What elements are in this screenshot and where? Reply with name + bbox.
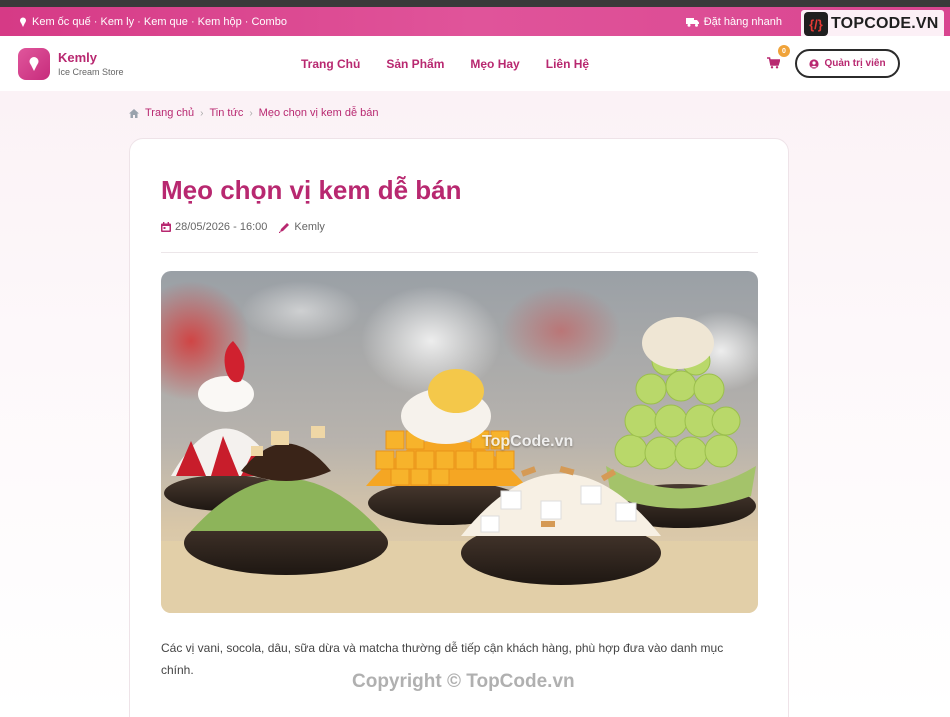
pen-icon: [279, 222, 290, 233]
watermark-copyright: Copyright © TopCode.vn: [352, 671, 575, 692]
nav-item-tips[interactable]: Mẹo Hay: [470, 57, 519, 71]
truck-icon: [685, 17, 699, 27]
brand-logo[interactable]: Kemly Ice Cream Store: [18, 47, 124, 80]
cart-icon: [766, 57, 780, 69]
nav-item-contact[interactable]: Liên Hệ: [546, 57, 589, 71]
breadcrumb-home[interactable]: Trang chủ: [145, 107, 194, 119]
cart-button[interactable]: 0: [758, 45, 790, 78]
home-icon: [129, 108, 139, 118]
ice-cream-logo-icon: [18, 47, 50, 80]
promo-left: Kem ốc quế · Kem ly · Kem que · Kem hộp …: [18, 16, 287, 28]
promo-categories: Kem ốc quế · Kem ly · Kem que · Kem hộp …: [32, 15, 287, 28]
article-author-text: Kemly: [294, 221, 325, 233]
topcode-watermark-logo: {/} TOPCODE.VN: [801, 10, 944, 38]
topcode-logo-text: TOPCODE.VN: [831, 15, 939, 32]
chevron-right-icon: ›: [249, 107, 253, 119]
site-header: Kemly Ice Cream Store Trang Chủ Sản Phẩm…: [0, 36, 950, 91]
breadcrumb-current: Mẹo chọn vị kem dễ bán: [258, 107, 379, 119]
watermark-center: TopCode.vn: [482, 433, 574, 450]
admin-button[interactable]: Quản trị viên: [795, 49, 900, 78]
article-title: Mẹo chọn vị kem dễ bán: [161, 175, 462, 205]
window-top-strip: [0, 0, 950, 7]
breadcrumb-news[interactable]: Tin tức: [209, 107, 243, 119]
article-author: Kemly: [279, 221, 325, 233]
user-icon: [809, 58, 820, 69]
admin-label: Quản trị viên: [824, 58, 886, 69]
article-hero-image: [161, 271, 758, 613]
article-meta: 28/05/2026 - 16:00 Kemly: [161, 221, 325, 233]
shaved-ice-desserts-photo: [161, 271, 758, 613]
cart-count-badge: 0: [778, 45, 790, 57]
article-divider: [161, 252, 758, 253]
breadcrumb: Trang chủ › Tin tức › Mẹo chọn vị kem dễ…: [129, 107, 379, 119]
ice-cream-icon: [20, 17, 26, 27]
brand-tagline: Ice Cream Store: [58, 67, 124, 77]
quick-order-link[interactable]: Đặt hàng nhanh: [704, 16, 782, 28]
topcode-logo-icon: {/}: [804, 12, 828, 36]
calendar-icon: [161, 222, 171, 232]
main-nav: Trang Chủ Sản Phẩm Mẹo Hay Liên Hệ: [301, 36, 589, 91]
article-card: Mẹo chọn vị kem dễ bán 28/05/2026 - 16:0…: [129, 138, 789, 717]
article-date-text: 28/05/2026 - 16:00: [175, 221, 268, 233]
nav-item-products[interactable]: Sản Phẩm: [386, 57, 444, 71]
nav-item-home[interactable]: Trang Chủ: [301, 57, 360, 71]
chevron-right-icon: ›: [200, 107, 204, 119]
article-date: 28/05/2026 - 16:00: [161, 221, 267, 233]
brand-name: Kemly: [58, 50, 98, 65]
